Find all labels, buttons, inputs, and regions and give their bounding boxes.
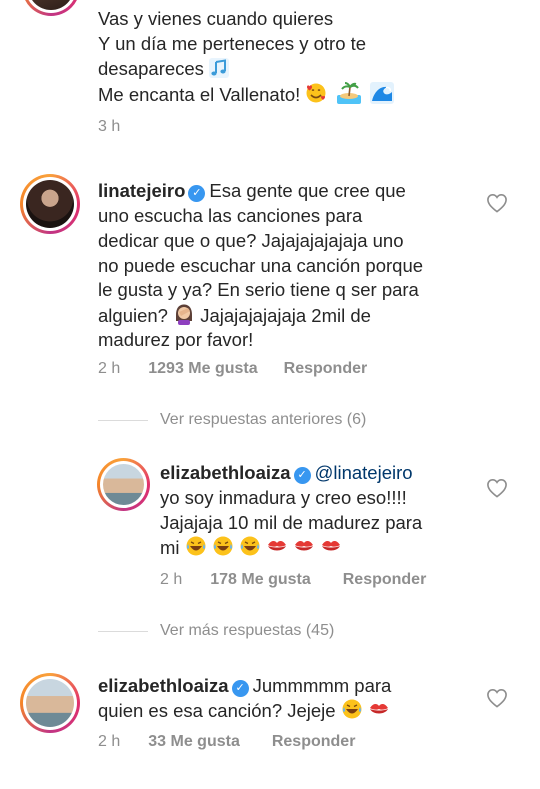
comment-time: 2 h <box>98 733 121 750</box>
divider-line <box>98 631 148 632</box>
avatar[interactable] <box>20 673 80 733</box>
username[interactable]: linatejeiro <box>98 180 185 201</box>
facepalm-woman-icon <box>176 304 193 325</box>
comment-time: 2 h <box>98 360 121 377</box>
avatar[interactable] <box>97 458 150 511</box>
music-note-icon <box>209 58 230 78</box>
reply-line: Jajajaja 10 mil de madurez para <box>160 512 423 533</box>
comment-line: dedicar que o que? Jajajajajajaja uno <box>98 230 404 251</box>
reply-button[interactable]: Responder <box>284 360 368 377</box>
water-wave-icon <box>369 82 394 104</box>
comment-time: 2 h <box>160 571 183 588</box>
divider-line <box>98 420 148 421</box>
comment-line: no puede escuchar una canción porque <box>98 255 424 276</box>
comment-line: Vas y vienes cuando quieres <box>98 8 334 29</box>
comment-text: linatejeiro ✓ Esa gente que cree que <box>98 180 406 202</box>
heart-outline-icon[interactable] <box>486 688 508 708</box>
avatar[interactable] <box>20 174 80 234</box>
verified-badge-icon: ✓ <box>293 467 311 484</box>
mention-link[interactable]: @linatejeiro <box>315 462 413 483</box>
desert-island-icon <box>336 82 361 104</box>
comment-meta: 2 h 1293 Me gusta Responder <box>98 360 395 378</box>
kiss-mark-icon <box>369 703 388 714</box>
kiss-mark-icons <box>266 537 342 558</box>
comment-line: Me encanta el Vallenato! <box>98 82 394 108</box>
view-previous-replies[interactable]: Ver respuestas anteriores (6) <box>160 411 366 429</box>
comment-line: quien es esa canción? Jejeje <box>98 698 390 724</box>
reply-meta: 2 h 178 Me gusta Responder <box>160 571 454 589</box>
comment-line: uno escucha las canciones para <box>98 205 363 226</box>
username[interactable]: elizabethloaiza <box>160 462 291 483</box>
verified-badge-icon: ✓ <box>231 680 249 697</box>
username[interactable]: elizabethloaiza <box>98 675 229 696</box>
likes-count[interactable]: 178 Me gusta <box>210 571 310 588</box>
reply-line: mi <box>160 535 342 561</box>
avatar[interactable] <box>22 0 80 16</box>
comment-time: 3 h <box>98 118 121 135</box>
comment-text: elizabethloaiza ✓ Jummmmm para <box>98 675 392 697</box>
smiling-face-hearts-icon <box>306 83 326 103</box>
view-more-replies[interactable]: Ver más respuestas (45) <box>160 622 334 640</box>
comment-line: desapareces <box>98 57 230 82</box>
likes-count[interactable]: 1293 Me gusta <box>148 360 257 377</box>
reply-button[interactable]: Responder <box>272 733 356 750</box>
comment-line: Y un día me perteneces y otro te <box>98 33 367 54</box>
heart-outline-icon[interactable] <box>486 193 508 213</box>
verified-badge-icon: ✓ <box>188 185 206 202</box>
comment-line: le gusta y ya? En serio tiene q ser para <box>98 279 419 300</box>
comment-line: alguien? Jajajajajajaja 2mil de <box>98 304 371 326</box>
laughing-crying-icons <box>185 536 266 558</box>
likes-count[interactable]: 33 Me gusta <box>148 733 240 750</box>
comment-meta: 2 h 33 Me gusta Responder <box>98 733 383 751</box>
heart-outline-icon[interactable] <box>486 478 508 498</box>
comment-line: madurez por favor! <box>98 329 254 350</box>
reply-button[interactable]: Responder <box>343 571 427 588</box>
reply-text: elizabethloaiza ✓ @linatejeiro <box>160 461 413 486</box>
laughing-crying-icon <box>342 699 362 719</box>
reply-line: yo soy inmadura y creo eso!!!! <box>160 487 407 508</box>
